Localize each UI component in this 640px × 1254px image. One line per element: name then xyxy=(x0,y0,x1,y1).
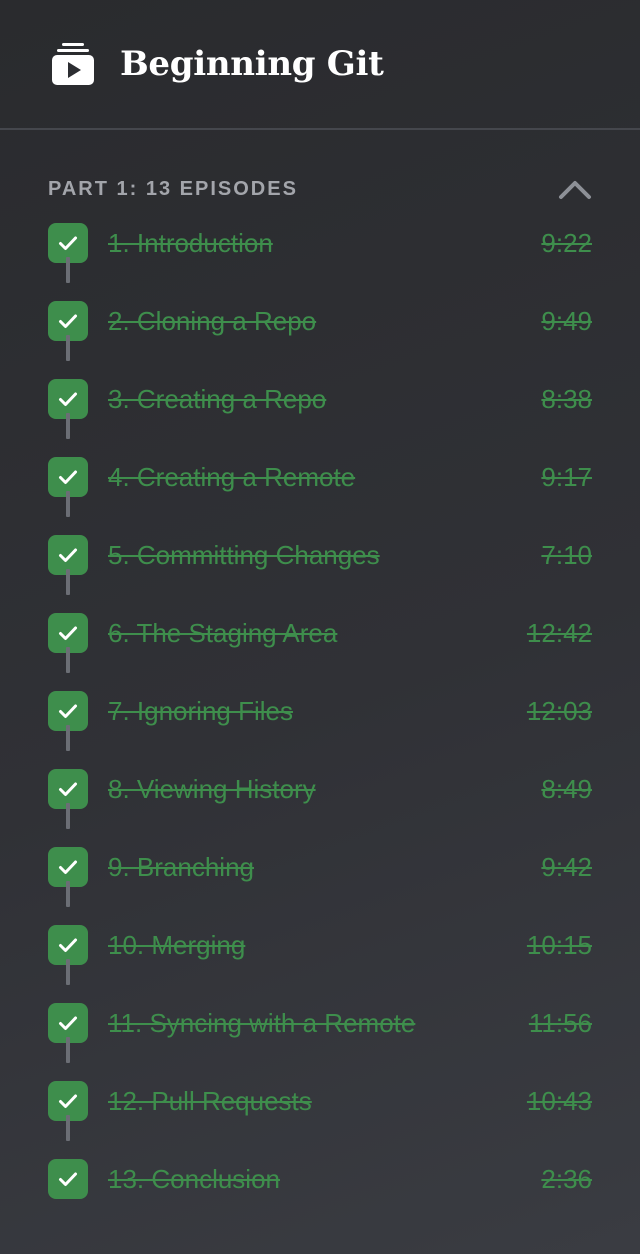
episode-item[interactable]: 5. Committing Changes 7:10 xyxy=(48,516,592,595)
episode-duration: 12:42 xyxy=(526,617,592,648)
completed-check-icon[interactable] xyxy=(48,1159,88,1199)
episode-item[interactable]: 6. The Staging Area 12:42 xyxy=(48,594,592,673)
episode-item[interactable]: 8. Viewing History 8:49 xyxy=(48,750,592,829)
episode-duration: 8:38 xyxy=(541,383,592,414)
episode-title[interactable]: 7. Ignoring Files xyxy=(108,696,527,727)
episode-connector-line xyxy=(66,881,70,907)
episode-item[interactable]: 10. Merging 10:15 xyxy=(48,906,592,985)
episode-connector-line xyxy=(66,491,70,517)
episode-connector-line xyxy=(66,1037,70,1063)
episode-duration: 9:17 xyxy=(541,461,592,492)
episode-title[interactable]: 3. Creating a Repo xyxy=(108,384,541,415)
episode-title[interactable]: 2. Cloning a Repo xyxy=(108,306,541,337)
episode-item[interactable]: 11. Syncing with a Remote 11:56 xyxy=(48,984,592,1063)
episode-title[interactable]: 5. Committing Changes xyxy=(108,540,541,571)
episode-duration: 7:10 xyxy=(541,539,592,570)
episode-title[interactable]: 13. Conclusion xyxy=(108,1164,541,1195)
episode-connector-line xyxy=(66,725,70,751)
episode-title[interactable]: 11. Syncing with a Remote xyxy=(108,1008,529,1039)
episode-title[interactable]: 8. Viewing History xyxy=(108,774,541,805)
episode-title[interactable]: 12. Pull Requests xyxy=(108,1086,527,1117)
episode-duration: 2:36 xyxy=(541,1163,592,1194)
course-title: Beginning Git xyxy=(120,44,384,84)
episode-duration: 10:43 xyxy=(526,1085,592,1116)
chevron-up-icon[interactable] xyxy=(558,178,592,200)
episode-duration: 8:49 xyxy=(541,773,592,804)
episode-item[interactable]: 13. Conclusion 2:36 xyxy=(48,1140,592,1218)
episode-duration: 9:22 xyxy=(541,227,592,258)
episode-list: 1. Introduction 9:22 2. Cloning a Repo 9:49… xyxy=(48,204,592,1218)
episode-connector-line xyxy=(66,1115,70,1141)
episode-connector-line xyxy=(66,569,70,595)
episode-title[interactable]: 6. The Staging Area xyxy=(108,618,527,649)
course-header: Beginning Git xyxy=(0,0,640,130)
episode-connector-line xyxy=(66,959,70,985)
part-section: PART 1: 13 EPISODES 1. Introduction 9:22 2… xyxy=(0,130,640,1218)
episode-item[interactable]: 2. Cloning a Repo 9:49 xyxy=(48,282,592,361)
episode-item[interactable]: 4. Creating a Remote 9:17 xyxy=(48,438,592,517)
episode-connector-line xyxy=(66,803,70,829)
episode-duration: 12:03 xyxy=(526,695,592,726)
episode-item[interactable]: 3. Creating a Repo 8:38 xyxy=(48,360,592,439)
episode-duration: 11:56 xyxy=(528,1007,592,1038)
episode-duration: 9:42 xyxy=(541,851,592,882)
video-playlist-icon xyxy=(52,43,94,85)
episode-item[interactable]: 12. Pull Requests 10:43 xyxy=(48,1062,592,1141)
episode-title[interactable]: 4. Creating a Remote xyxy=(108,462,541,493)
episode-title[interactable]: 10. Merging xyxy=(108,930,527,961)
episode-connector-line xyxy=(66,413,70,439)
episode-item[interactable]: 7. Ignoring Files 12:03 xyxy=(48,672,592,751)
episode-connector-line xyxy=(66,335,70,361)
episode-title[interactable]: 9. Branching xyxy=(108,852,541,883)
episode-title[interactable]: 1. Introduction xyxy=(108,228,541,259)
episode-connector-line xyxy=(66,257,70,283)
episode-item[interactable]: 1. Introduction 9:22 xyxy=(48,204,592,283)
episode-duration: 10:15 xyxy=(526,929,592,960)
episode-item[interactable]: 9. Branching 9:42 xyxy=(48,828,592,907)
episode-connector-line xyxy=(66,647,70,673)
part-title: PART 1: 13 EPISODES xyxy=(48,177,298,200)
episode-duration: 9:49 xyxy=(541,305,592,336)
